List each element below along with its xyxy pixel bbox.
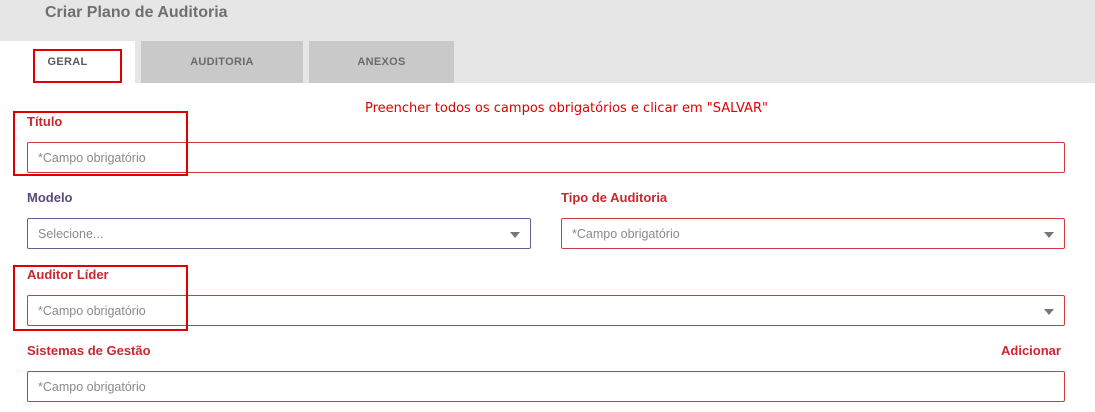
tipo-auditoria-select[interactable]: *Campo obrigatório [561, 218, 1065, 249]
titulo-label: Título [27, 114, 63, 129]
titulo-input[interactable]: *Campo obrigatório [27, 142, 1065, 173]
chevron-down-icon [510, 232, 520, 238]
page-title: Criar Plano de Auditoria [45, 4, 228, 21]
sistemas-gestao-input[interactable]: *Campo obrigatório [27, 371, 1065, 402]
auditor-lider-select-value: *Campo obrigatório [38, 303, 146, 318]
tab-auditoria[interactable]: AUDITORIA [141, 41, 303, 83]
chevron-down-icon [1044, 232, 1054, 238]
chevron-down-icon [1044, 309, 1054, 315]
tipo-auditoria-label: Tipo de Auditoria [561, 190, 668, 205]
auditor-lider-label: Auditor Líder [27, 267, 109, 282]
modelo-select-value: Selecione... [38, 226, 104, 241]
tipo-auditoria-select-value: *Campo obrigatório [572, 226, 680, 241]
modelo-select[interactable]: Selecione... [27, 218, 531, 249]
auditor-lider-select[interactable]: *Campo obrigatório [27, 295, 1065, 326]
modelo-label: Modelo [27, 190, 73, 205]
tab-geral[interactable]: GERAL [0, 41, 135, 83]
tab-anexos[interactable]: ANEXOS [309, 41, 454, 83]
adicionar-link[interactable]: Adicionar [1001, 343, 1061, 358]
required-fields-notice: Preencher todos os campos obrigatórios e… [365, 101, 768, 116]
sistemas-gestao-label: Sistemas de Gestão [27, 343, 151, 358]
page-header: Criar Plano de Auditoria GERAL AUDITORIA… [0, 0, 1095, 83]
